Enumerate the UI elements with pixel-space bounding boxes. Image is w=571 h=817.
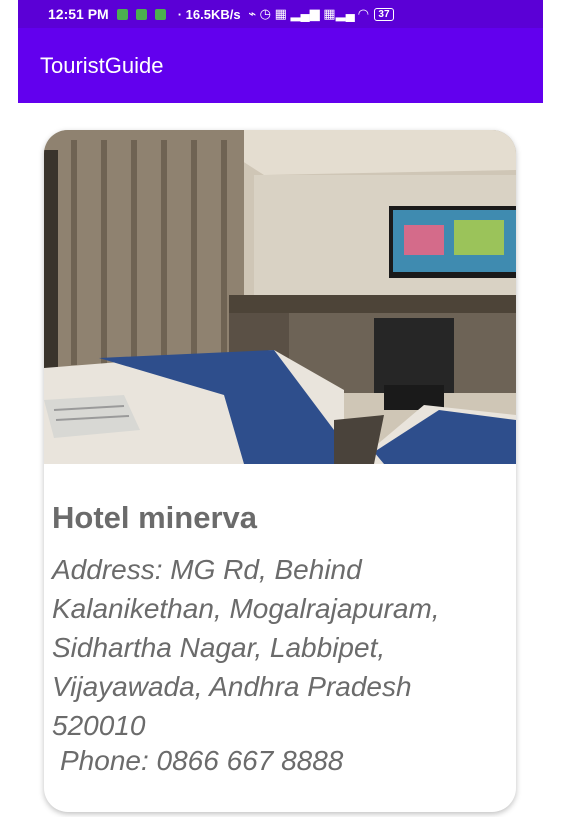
hotel-room-image bbox=[44, 130, 516, 464]
hotel-address: Address: MG Rd, Behind Kalanikethan, Mog… bbox=[52, 554, 440, 741]
phone-screen: 12:51 PM · 16.5KB/s ⌁ ◷ ▦ ▂▄▆ ▦▂▄ ◠ 37 T… bbox=[18, 0, 543, 817]
hotel-card[interactable]: Hotel minerva Address: MG Rd, Behind Kal… bbox=[44, 130, 516, 812]
message-icon bbox=[135, 8, 147, 20]
hotel-room-photo-icon bbox=[44, 130, 516, 464]
app-title: TouristGuide bbox=[40, 52, 164, 78]
hotel-name: Hotel minerva bbox=[52, 500, 258, 535]
signal-icons: ⌁ ◷ ▦ ▂▄▆ ▦▂▄ ◠ bbox=[244, 6, 369, 21]
battery-icon: 37 bbox=[374, 7, 394, 21]
notification-icon bbox=[116, 8, 128, 20]
network-speed: · 16.5KB/s bbox=[177, 6, 241, 22]
status-time: 12:51 PM bbox=[48, 6, 109, 22]
app-notification-icon bbox=[154, 8, 166, 20]
hotel-phone: Phone: 0866 667 8888 bbox=[60, 745, 344, 776]
status-bar: 12:51 PM · 16.5KB/s ⌁ ◷ ▦ ▂▄▆ ▦▂▄ ◠ 37 bbox=[18, 0, 543, 28]
app-bar: TouristGuide bbox=[18, 28, 543, 103]
